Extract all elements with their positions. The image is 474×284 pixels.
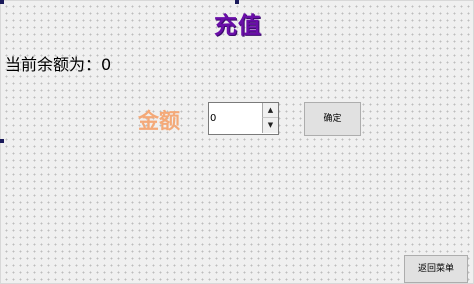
- resize-handle[interactable]: [0, 139, 4, 143]
- amount-input[interactable]: [209, 103, 263, 134]
- back-to-menu-button[interactable]: 返回菜单: [404, 255, 468, 283]
- triangle-up-icon: ▲: [267, 106, 274, 114]
- amount-label: 金额: [138, 109, 180, 133]
- amount-increment-button[interactable]: ▲: [262, 103, 278, 118]
- resize-handle[interactable]: [235, 0, 239, 4]
- balance-label: 当前余额为：0: [5, 55, 112, 74]
- amount-stepper[interactable]: ▲ ▼: [208, 102, 279, 135]
- recharge-form: 充值 当前余额为：0 金额 ▲ ▼ 确定 返回菜单: [0, 0, 474, 284]
- page-title: 充值: [214, 13, 262, 39]
- confirm-button[interactable]: 确定: [304, 102, 361, 136]
- resize-handle[interactable]: [0, 0, 4, 4]
- triangle-down-icon: ▼: [267, 121, 274, 129]
- amount-decrement-button[interactable]: ▼: [262, 118, 278, 133]
